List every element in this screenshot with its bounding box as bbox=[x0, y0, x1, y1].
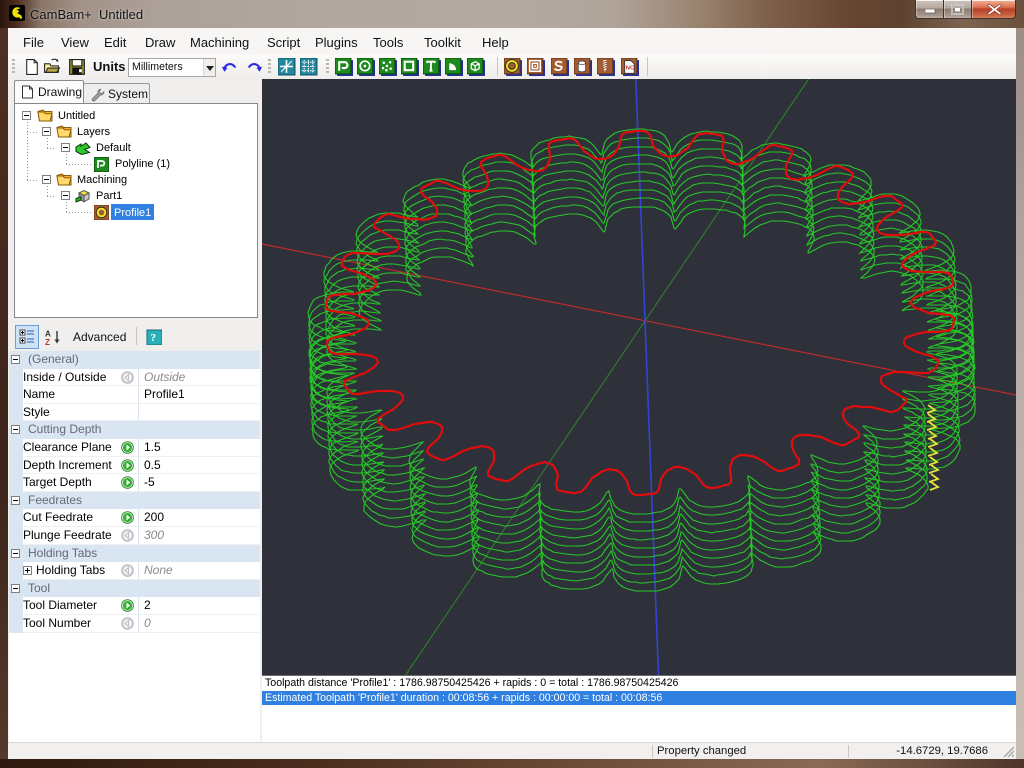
svg-text:?: ? bbox=[151, 332, 157, 344]
svg-text:Z: Z bbox=[45, 338, 50, 346]
svg-text:NC: NC bbox=[625, 66, 634, 72]
